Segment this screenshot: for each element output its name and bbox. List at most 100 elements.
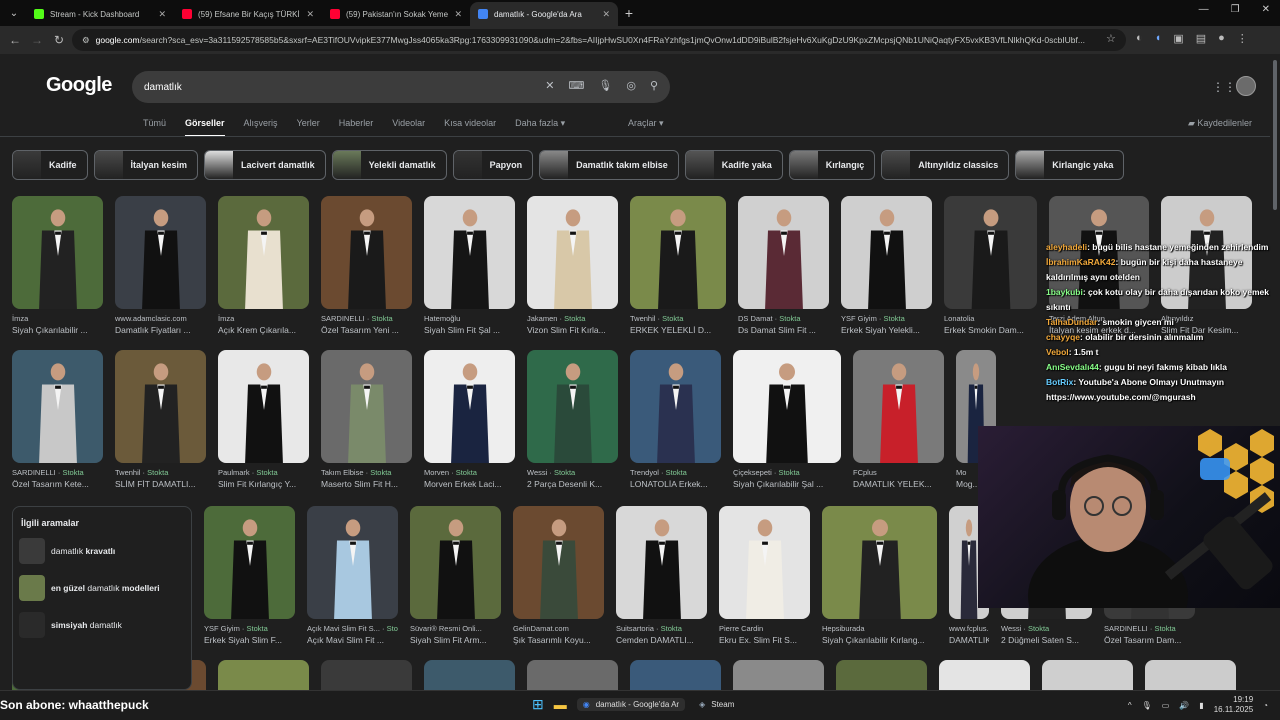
tab-6[interactable]: Kısa videolar bbox=[444, 118, 496, 137]
result-thumbnail[interactable] bbox=[738, 196, 829, 309]
forward-icon[interactable]: → bbox=[26, 33, 48, 47]
mic-icon[interactable]: 🎙 bbox=[1142, 701, 1152, 710]
image-result[interactable]: Jakamen · Stokta Vizon Slim Fit Kırla... bbox=[527, 196, 618, 335]
image-result[interactable]: SARDINELLI · Stokta Özel Tasarım Kete... bbox=[12, 350, 103, 489]
filter-chip[interactable]: Altınyıldız classics bbox=[881, 150, 1010, 180]
result-thumbnail[interactable] bbox=[822, 506, 937, 619]
image-result[interactable]: www.adamclasic.com Damatlık Fiyatları ... bbox=[115, 196, 206, 335]
image-result[interactable]: Çiçeksepeti · Stokta Siyah Çıkarılabilir … bbox=[733, 350, 841, 489]
result-caption[interactable]: Erkek Siyah Yelekli... bbox=[841, 325, 932, 335]
reload-icon[interactable]: ↻ bbox=[48, 33, 70, 47]
lens-icon[interactable]: ◎ bbox=[626, 79, 636, 92]
result-thumbnail[interactable] bbox=[321, 196, 412, 309]
battery-icon[interactable]: ▮ bbox=[1199, 701, 1203, 710]
filter-chip[interactable]: Yelekli damatlık bbox=[331, 150, 447, 180]
image-result[interactable]: DS Damat · Stokta Ds Damat Slim Fit ... bbox=[738, 196, 829, 335]
image-result[interactable]: Suitsartoria · Stokta Cemden DAMATLI... bbox=[616, 506, 707, 645]
image-result[interactable]: Takım Elbise · Stokta Maserto Slim Fit H.… bbox=[321, 350, 412, 489]
tab-0[interactable]: Tümü bbox=[143, 118, 166, 137]
result-caption[interactable]: 2 Parça Desenli K... bbox=[527, 479, 618, 489]
chevron-up-icon[interactable]: ^ bbox=[1128, 701, 1132, 710]
result-thumbnail[interactable] bbox=[1042, 660, 1133, 690]
result-caption[interactable]: Vizon Slim Fit Kırla... bbox=[527, 325, 618, 335]
back-icon[interactable]: ← bbox=[4, 33, 26, 47]
filter-chip[interactable]: Damatlık takım elbise bbox=[539, 150, 679, 180]
result-caption[interactable]: Siyah Çıkarılabilir ... bbox=[12, 325, 103, 335]
sidebar-icon[interactable]: ▤ bbox=[1196, 32, 1206, 45]
related-search-item[interactable]: damatlık kravatlı bbox=[13, 537, 191, 565]
image-result[interactable]: FCplus DAMATLIK YELEK... bbox=[853, 350, 944, 489]
result-caption[interactable]: Cemden DAMATLI... bbox=[616, 635, 707, 645]
taskbar-app[interactable]: ◉ damatlık - Google'da Ar bbox=[576, 698, 686, 711]
result-thumbnail[interactable] bbox=[719, 506, 810, 619]
tab-7[interactable]: Daha fazla ▾ bbox=[515, 118, 565, 137]
result-thumbnail[interactable] bbox=[424, 350, 515, 463]
result-thumbnail[interactable] bbox=[424, 196, 515, 309]
result-caption[interactable]: Özel Tasarım Kete... bbox=[12, 479, 103, 489]
result-thumbnail[interactable] bbox=[218, 196, 309, 309]
image-result[interactable]: Morven · Stokta Morven Erkek Laci... bbox=[424, 350, 515, 489]
scrollbar-thumb[interactable] bbox=[1273, 60, 1277, 210]
browser-tab[interactable]: damatlık - Google'da Ara ✕ bbox=[470, 2, 618, 26]
result-thumbnail[interactable] bbox=[527, 350, 618, 463]
bookmark-star-icon[interactable]: ☆ bbox=[1106, 32, 1116, 45]
result-caption[interactable]: LONATOLİA Erkek... bbox=[630, 479, 721, 489]
filter-chip[interactable]: İtalyan kesim bbox=[93, 150, 199, 180]
result-caption[interactable]: Ds Damat Slim Fit ... bbox=[738, 325, 829, 335]
windows-start-icon[interactable]: ⊞ bbox=[532, 696, 544, 713]
result-thumbnail[interactable] bbox=[527, 660, 618, 690]
related-search-item[interactable]: en güzel damatlık modelleri bbox=[13, 574, 191, 602]
result-thumbnail[interactable] bbox=[115, 196, 206, 309]
filter-chip[interactable]: Kirlangic yaka bbox=[1015, 150, 1125, 180]
browser-tab[interactable]: (59) Pakistan'ın Sokak Yemekle ✕ bbox=[322, 2, 470, 26]
result-caption[interactable]: Siyah Çıkarılabilir Şal ... bbox=[733, 479, 841, 489]
image-result[interactable]: İmza Siyah Çıkarılabilir ... bbox=[12, 196, 103, 335]
tab-close-icon[interactable]: ✕ bbox=[306, 9, 314, 20]
result-caption[interactable]: Özel Tasarım Yeni ... bbox=[321, 325, 412, 335]
tab-close-icon[interactable]: ✕ bbox=[158, 9, 166, 20]
result-thumbnail[interactable] bbox=[630, 196, 726, 309]
image-result[interactable]: GelinDamat.com Şık Tasarımlı Koyu... bbox=[513, 506, 604, 645]
result-caption[interactable]: SLİM FİT DAMATLI... bbox=[115, 479, 206, 489]
result-caption[interactable]: Siyah Slim Fit Arm... bbox=[410, 635, 501, 645]
result-thumbnail[interactable] bbox=[630, 350, 721, 463]
result-caption[interactable]: Siyah Çıkarılabilir Kırlang... bbox=[822, 635, 937, 645]
result-thumbnail[interactable] bbox=[12, 196, 103, 309]
result-thumbnail[interactable] bbox=[204, 506, 295, 619]
result-thumbnail[interactable] bbox=[944, 196, 1037, 309]
result-thumbnail[interactable] bbox=[1145, 660, 1236, 690]
image-result[interactable]: Hatemoğlu Siyah Slim Fit Şal ... bbox=[424, 196, 515, 335]
search-icon[interactable]: ⚲ bbox=[650, 79, 658, 92]
result-thumbnail[interactable] bbox=[630, 660, 721, 690]
volume-icon[interactable]: 🔊 bbox=[1179, 701, 1189, 710]
result-caption[interactable]: Açık Mavi Slim Fit ... bbox=[307, 635, 398, 645]
saved-button[interactable]: ▰ Kaydedilenler bbox=[1188, 118, 1252, 129]
result-thumbnail[interactable] bbox=[321, 350, 412, 463]
result-thumbnail[interactable] bbox=[410, 506, 501, 619]
taskbar-app[interactable]: ◈ Steam bbox=[693, 698, 740, 711]
result-thumbnail[interactable] bbox=[527, 196, 618, 309]
tab-3[interactable]: Yerler bbox=[297, 118, 320, 137]
extensions-puzzle-icon[interactable]: ▣ bbox=[1173, 32, 1183, 45]
tools-button[interactable]: Araçlar ▾ bbox=[628, 118, 664, 129]
result-thumbnail[interactable] bbox=[321, 660, 412, 690]
result-thumbnail[interactable] bbox=[733, 660, 824, 690]
result-thumbnail[interactable] bbox=[218, 350, 309, 463]
result-caption[interactable]: Siyah Slim Fit Şal ... bbox=[424, 325, 515, 335]
notification-icon[interactable]: ◔ bbox=[1263, 701, 1268, 710]
filter-chip[interactable]: Kadife bbox=[12, 150, 88, 180]
result-caption[interactable]: ERKEK YELEKLİ D... bbox=[630, 325, 726, 335]
site-info-icon[interactable]: ⚙ bbox=[82, 35, 90, 46]
browser-tab[interactable]: (59) Efsane Bir Kaçış TÜRKİYE'D ✕ bbox=[174, 2, 322, 26]
result-thumbnail[interactable] bbox=[424, 660, 515, 690]
result-caption[interactable]: Ekru Ex. Slim Fit S... bbox=[719, 635, 810, 645]
filter-chip[interactable]: Lacivert damatlık bbox=[204, 150, 326, 180]
result-caption[interactable]: Özel Tasarım Dam... bbox=[1104, 635, 1195, 645]
result-caption[interactable]: Damatlık Fiyatları ... bbox=[115, 325, 206, 335]
image-result[interactable]: YSF Giyim · Stokta Erkek Siyah Yelekli... bbox=[841, 196, 932, 335]
tab-2[interactable]: Alışveriş bbox=[244, 118, 278, 137]
image-result[interactable]: Hepsiburada Siyah Çıkarılabilir Kırlang..… bbox=[822, 506, 937, 645]
result-thumbnail[interactable] bbox=[733, 350, 841, 463]
tab-search-icon[interactable]: ⌄ bbox=[2, 2, 26, 24]
result-caption[interactable]: Slim Fit Kırlangıç Y... bbox=[218, 479, 309, 489]
